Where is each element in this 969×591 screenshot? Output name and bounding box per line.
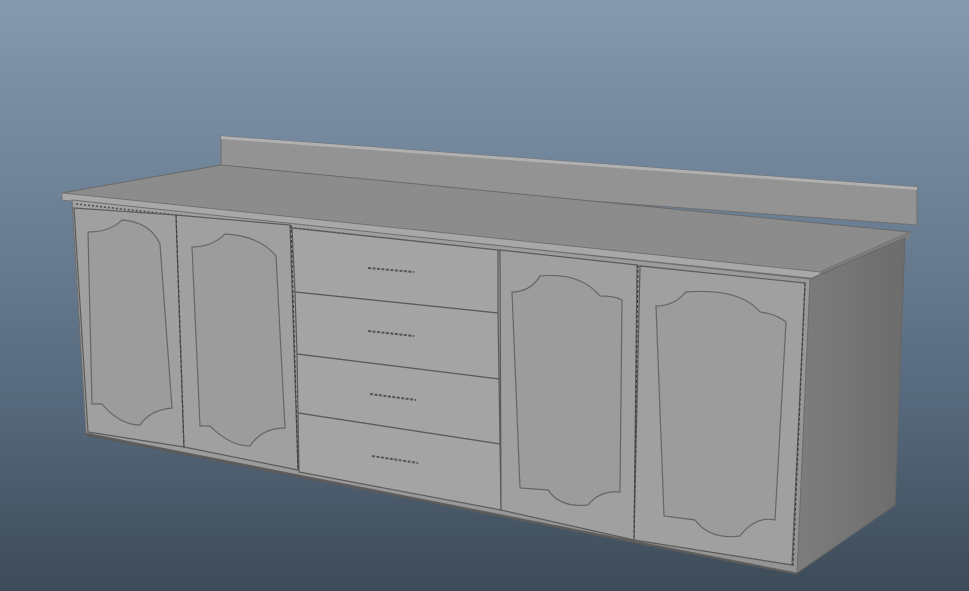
cabinet-door-4[interactable] bbox=[633, 265, 806, 566]
scene bbox=[61, 135, 918, 575]
cabinet-door-3[interactable] bbox=[499, 249, 638, 541]
cabinet-door-2[interactable] bbox=[175, 214, 299, 471]
cabinet-door-1[interactable] bbox=[73, 207, 185, 448]
cabinet-side-panel bbox=[796, 237, 906, 574]
3d-viewport[interactable] bbox=[0, 0, 969, 591]
drawer-stack bbox=[291, 227, 502, 511]
